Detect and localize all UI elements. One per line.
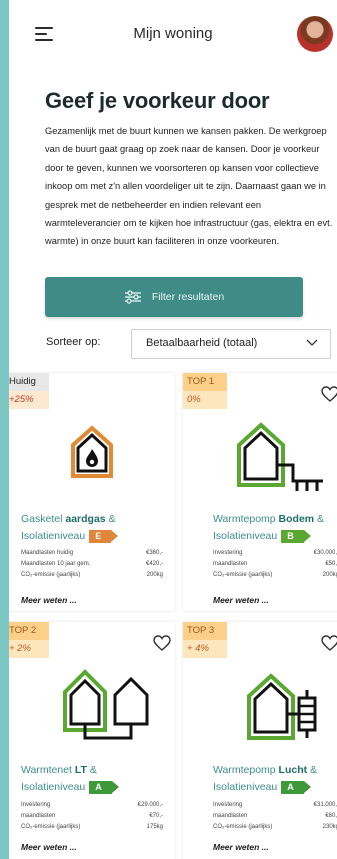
heart-icon[interactable]	[321, 386, 337, 402]
heart-icon[interactable]	[153, 635, 171, 651]
badge-label: TOP 3	[183, 622, 227, 640]
avatar[interactable]	[297, 16, 333, 52]
card-details: Investering €31.000,- maandlasten €60,- CO…	[213, 800, 337, 833]
card-title: Warmtepomp Bodem & Isolatieniveau B	[213, 511, 324, 545]
card-text: CO₂-emissie (jaarlijks)	[21, 824, 81, 830]
card-text: €60,-	[325, 813, 337, 819]
card-text: CO₂-emissie (jaarlijks)	[21, 572, 81, 578]
card-text: 200kg	[146, 572, 163, 578]
more-info-link[interactable]: Meer weten ...	[21, 595, 77, 605]
filter-button-label: Filter resultaten	[151, 291, 225, 303]
card-text: Maandlasten huidig	[21, 550, 74, 556]
badge-label: TOP 1	[183, 373, 227, 391]
filter-sliders-icon	[124, 290, 141, 304]
badge-label: TOP 2	[9, 622, 49, 640]
badge-percent: + 2%	[9, 640, 49, 658]
card-title: Gasketel aardgas & Isolatieniveau E	[21, 511, 119, 545]
option-card-gasketel[interactable]: Huidig +25% Gasketel aardgas & Isolatien…	[9, 373, 175, 611]
badge-percent: +25%	[9, 391, 49, 409]
card-title: Warmtenet LT & Isolatieniveau A	[21, 762, 119, 796]
energy-label-badge: B	[281, 529, 311, 543]
card-text: CO₂-emissie (jaarlijks)	[213, 824, 273, 830]
card-text: maandlasten	[21, 813, 56, 819]
option-card-warmtenet-lt[interactable]: TOP 2 + 2% Warmtenet LT & Isolatieniveau…	[9, 622, 175, 859]
badge-label: Huidig	[9, 373, 49, 391]
card-text: Lucht	[278, 764, 308, 776]
card-text: LT	[74, 764, 87, 776]
filter-results-button[interactable]: Filter resultaten	[45, 277, 303, 317]
card-text: Isolatieniveau	[213, 781, 278, 793]
card-text: €420,-	[145, 561, 163, 567]
card-text: Isolatieniveau	[21, 781, 86, 793]
page-title: Mijn woning	[133, 25, 213, 42]
sort-select[interactable]: Betaalbaarheid (totaal)	[131, 329, 331, 359]
heat-network-icon	[63, 669, 149, 740]
card-text: 230kg	[322, 824, 337, 830]
card-text: &	[105, 513, 116, 525]
energy-label-badge: A	[281, 780, 311, 794]
card-text: Isolatieniveau	[213, 530, 278, 542]
chevron-down-icon	[306, 339, 318, 346]
badge-percent: + 4%	[183, 640, 227, 658]
card-text: &	[314, 513, 325, 525]
app-frame: Mijn woning Geef je voorkeur door Gezame…	[9, 0, 337, 859]
card-text: maandlasten	[213, 561, 248, 567]
card-text: Warmtepomp	[213, 764, 279, 776]
card-text: CO₂-emissie (jaarlijks)	[213, 572, 273, 578]
energy-label-badge: E	[89, 529, 119, 543]
card-text: &	[307, 764, 318, 776]
card-text: Gasketel	[21, 513, 66, 525]
top-bar: Mijn woning	[9, 0, 337, 64]
air-heat-pump-icon	[247, 673, 317, 740]
card-text: €70,-	[149, 813, 163, 819]
gas-boiler-icon	[71, 425, 113, 478]
section-heading: Geef je voorkeur door	[45, 88, 270, 113]
rank-badge: TOP 1 0%	[183, 373, 227, 409]
card-text: Investering	[213, 802, 243, 808]
option-card-warmtepomp-lucht[interactable]: TOP 3 + 4% Warmtepomp Lucht & Isolatieni…	[183, 622, 337, 859]
option-card-warmtepomp-bodem[interactable]: TOP 1 0% Warmtepomp Bodem & Isolatienive…	[183, 373, 337, 611]
card-text: Bodem	[278, 513, 315, 525]
card-details: Investering €30.000,- maandlasten €50,- CO…	[213, 548, 337, 581]
rank-badge: TOP 3 + 4%	[183, 622, 227, 658]
card-title: Warmtepomp Lucht & Isolatieniveau A	[213, 762, 317, 796]
card-text: Warmtepomp	[213, 513, 279, 525]
ground-heat-pump-icon	[237, 422, 323, 491]
card-details: Investering €29.000,- maandlasten €70,- CO…	[21, 800, 163, 833]
card-text: Investering	[213, 550, 243, 556]
card-text: €50,-	[325, 561, 337, 567]
sort-select-value: Betaalbaarheid (totaal)	[146, 337, 258, 349]
card-text: Maandlasten 10 jaar gem.	[21, 561, 91, 567]
status-badge: Huidig +25%	[9, 373, 49, 409]
intro-text: Gezamenlijk met de buurt kunnen we kanse…	[45, 126, 333, 247]
card-text: €30.000,-	[313, 550, 337, 556]
card-details: Maandlasten huidig €360,- Maandlasten 10 …	[21, 548, 163, 581]
badge-percent: 0%	[183, 391, 227, 409]
card-text: maandlasten	[213, 813, 248, 819]
card-text: Isolatieniveau	[21, 530, 86, 542]
sort-label: Sorteer op:	[46, 336, 101, 348]
heart-icon[interactable]	[321, 635, 337, 651]
rank-badge: TOP 2 + 2%	[9, 622, 49, 658]
card-text: &	[86, 764, 97, 776]
card-text: Warmtenet	[21, 764, 75, 776]
card-text: 200kg	[322, 572, 337, 578]
more-info-link[interactable]: Meer weten ...	[213, 842, 269, 852]
card-text: €360,-	[145, 550, 163, 556]
card-text: €31.000,-	[313, 802, 337, 808]
card-text: Investering	[21, 802, 51, 808]
more-info-link[interactable]: Meer weten ...	[21, 842, 77, 852]
card-text: aardgas	[65, 513, 106, 525]
card-text: 175kg	[146, 824, 163, 830]
energy-label-badge: A	[89, 780, 119, 794]
more-info-link[interactable]: Meer weten ...	[213, 595, 269, 605]
card-text: €29.000,-	[137, 802, 163, 808]
